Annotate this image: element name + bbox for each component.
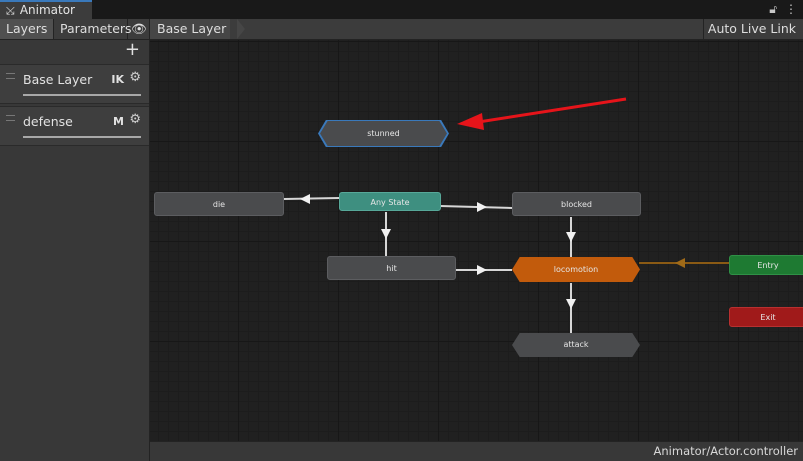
window-controls: 🔓︎ ⋮ (761, 2, 797, 17)
state-die[interactable]: die (154, 192, 284, 216)
controller-path: Animator/Actor.controller (653, 444, 798, 458)
layer-badge: M (113, 115, 124, 128)
layer-item-base[interactable]: Base Layer IK ⚙ (0, 64, 149, 104)
parameters-tab[interactable]: Parameters (54, 19, 132, 39)
state-entry[interactable]: Entry (729, 255, 803, 275)
animator-toolbar: Layers Parameters 👁︎ Base Layer Auto Liv… (0, 19, 803, 40)
transition-arrow-icon (477, 265, 487, 275)
state-blocked[interactable]: blocked (512, 192, 641, 216)
state-exit[interactable]: Exit (729, 307, 803, 327)
transition-arrow-icon (300, 194, 310, 204)
layer-weight-slider[interactable] (23, 94, 141, 96)
layer-name: Base Layer (23, 72, 93, 87)
tab-animator-label: Animator (19, 3, 75, 17)
state-stunned[interactable]: stunned (320, 121, 447, 146)
transition-arrow-icon (381, 229, 391, 239)
transition-arrow-icon (477, 202, 487, 212)
layer-item-defense[interactable]: defense M ⚙ (0, 106, 149, 146)
window-titlebar: ⤩ Animator 🔓︎ ⋮ (0, 0, 803, 19)
state-attack[interactable]: attack (512, 333, 640, 357)
drag-handle-icon[interactable] (6, 73, 15, 79)
pointer-arrow-icon (457, 113, 484, 130)
layer-weight-slider[interactable] (23, 136, 141, 138)
transition-arrow-icon (566, 232, 576, 242)
state-hit[interactable]: hit (327, 256, 456, 280)
gear-icon[interactable]: ⚙ (129, 70, 141, 85)
transitions-layer (283, 97, 729, 333)
state-locomotion[interactable]: locomotion (512, 257, 640, 282)
layers-panel: + Base Layer IK ⚙ defense M ⚙ (0, 40, 150, 461)
lock-icon[interactable]: 🔓︎ (769, 2, 777, 16)
animator-icon: ⤩ (6, 4, 15, 17)
tab-animator[interactable]: ⤩ Animator (0, 0, 92, 19)
auto-live-link-button[interactable]: Auto Live Link (702, 19, 800, 39)
transition-arrow-icon (675, 258, 685, 268)
breadcrumb[interactable]: Base Layer (150, 19, 245, 39)
status-bar: Animator/Actor.controller (150, 441, 803, 461)
kebab-menu-icon[interactable]: ⋮ (785, 2, 797, 16)
add-layer-button[interactable]: + (125, 40, 140, 60)
state-machine-graph[interactable]: stunned die Any State blocked hit locomo… (150, 40, 803, 441)
layer-name: defense (23, 114, 73, 129)
layers-tab[interactable]: Layers (0, 19, 54, 39)
gear-icon[interactable]: ⚙ (129, 112, 141, 127)
drag-handle-icon[interactable] (6, 115, 15, 121)
transition-arrow-icon (566, 299, 576, 309)
eye-icon: 👁︎ (131, 21, 147, 36)
state-any-state[interactable]: Any State (339, 192, 441, 211)
layer-badge: IK (111, 73, 124, 86)
eye-toggle[interactable]: 👁︎ (128, 19, 150, 39)
